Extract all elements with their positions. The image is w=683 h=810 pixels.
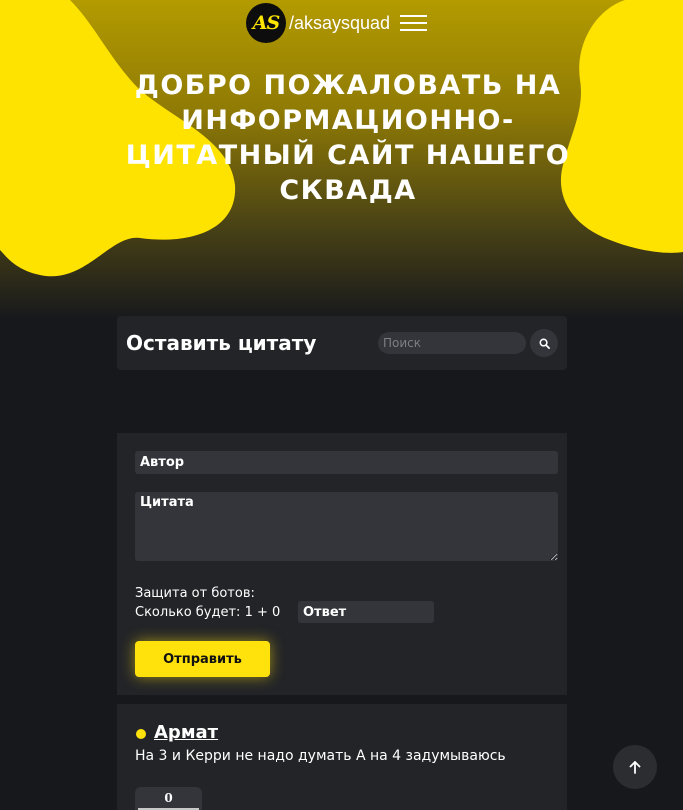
captcha-block: Защита от ботов: Сколько будет: 1 + 0 [135,584,280,622]
search-input[interactable] [378,332,526,354]
vote-count: 0 [164,791,173,805]
submit-button[interactable]: Отправить [135,641,270,677]
vote-counter[interactable]: 0 [135,787,202,810]
author-field[interactable] [135,451,558,474]
logo-badge: AS [246,3,286,43]
quote-toolbar: Оставить цитату [117,316,567,370]
quote-form: Защита от ботов: Сколько будет: 1 + 0 От… [117,433,567,695]
search-icon [539,338,550,349]
quote-field[interactable] [135,492,558,561]
arrow-up-icon [629,761,641,774]
captcha-answer-field[interactable] [298,601,434,623]
site-logo[interactable]: AS /aksaysquad [246,3,428,43]
page-title: Оставить цитату [126,331,317,355]
search-button[interactable] [530,329,558,357]
hero-title: Добро пожаловать на информационно-цитатн… [125,70,571,206]
quote-card: Армат На 3 и Керри не надо думать А на 4… [117,704,567,810]
captcha-label: Защита от ботов: [135,586,255,601]
logo-text: /aksaysquad [289,12,391,33]
author-indicator-dot [136,729,146,739]
hero-section: AS /aksaysquad Добро пожаловать на инфор… [0,0,683,320]
scroll-to-top-button[interactable] [613,745,657,789]
hamburger-menu-icon[interactable] [400,12,428,34]
quote-author-link[interactable]: Армат [154,722,218,743]
captcha-question: Сколько будет: 1 + 0 [135,605,281,620]
quote-text: На 3 и Керри не надо думать А на 4 задум… [135,748,506,764]
